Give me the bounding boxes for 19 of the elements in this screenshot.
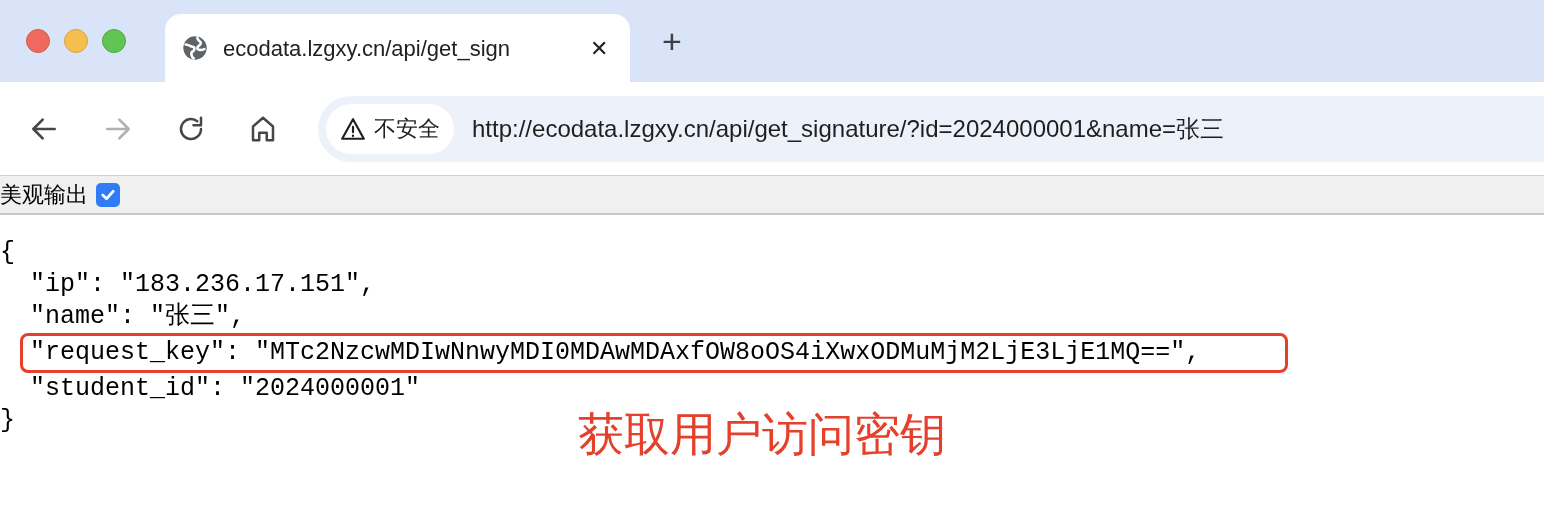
json-line: "name": "张三", bbox=[30, 301, 246, 333]
security-label: 不安全 bbox=[374, 115, 440, 143]
close-tab-button[interactable]: ✕ bbox=[584, 33, 614, 63]
warning-icon bbox=[340, 115, 366, 142]
new-tab-button[interactable]: + bbox=[652, 21, 692, 61]
pretty-print-checkbox[interactable] bbox=[96, 182, 120, 207]
json-line: "ip": "183.236.17.151", bbox=[30, 269, 376, 301]
globe-icon bbox=[181, 34, 209, 62]
security-chip[interactable]: 不安全 bbox=[326, 103, 454, 154]
json-line: "student_id": "2024000001" bbox=[30, 373, 421, 405]
tab-title: ecodata.lzgxy.cn/api/get_sign bbox=[223, 34, 511, 63]
pretty-print-label: 美观输出 bbox=[0, 181, 88, 209]
address-bar[interactable]: 不安全 http://ecodata.lzgxy.cn/api/get_signature/?id=2024000001&name=张三 bbox=[318, 95, 1544, 162]
browser-tab[interactable]: ecodata.lzgxy.cn/api/get_sign ✕ bbox=[165, 14, 630, 82]
json-brace: { bbox=[0, 237, 15, 269]
json-brace: } bbox=[0, 405, 15, 437]
json-line: "request_key": "MTc2NzcwMDIwNnwyMDI0MDAwMDAxfOW8oOS4iXwxODMuMjM2LjE3LjE1MQ==", bbox=[30, 337, 1201, 369]
url-text: http://ecodata.lzgxy.cn/api/get_signature/?id=2024000001&name=张三 bbox=[472, 113, 1225, 144]
annotation-caption: 获取用户访问密钥 bbox=[578, 407, 946, 462]
